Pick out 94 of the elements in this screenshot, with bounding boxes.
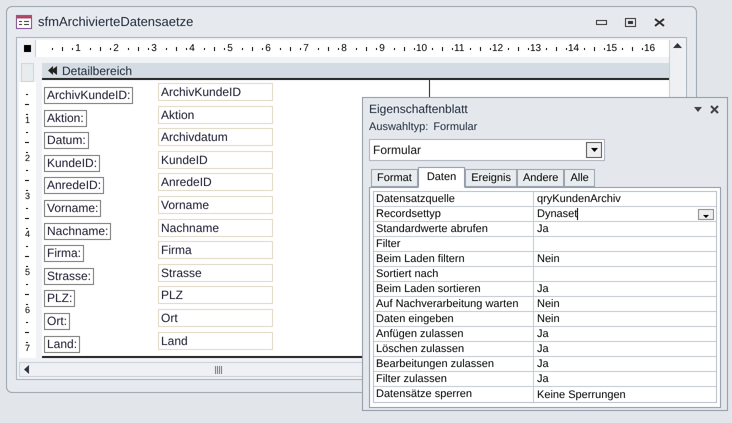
property-name: Beim Laden filtern bbox=[374, 252, 534, 266]
text-box-control[interactable]: Land bbox=[158, 332, 273, 350]
text-box-control[interactable]: Strasse bbox=[158, 264, 273, 282]
text-box-control[interactable]: Aktion bbox=[158, 106, 273, 124]
tab[interactable]: Ereignis bbox=[465, 169, 517, 187]
dropdown-arrow-icon bbox=[590, 148, 598, 152]
field-label[interactable]: Vorname: bbox=[44, 200, 102, 217]
property-value[interactable]: Ja bbox=[537, 342, 549, 356]
field-label[interactable]: Firma: bbox=[44, 245, 84, 262]
property-name: Filter zulassen bbox=[374, 372, 534, 386]
ruler-number: 2 bbox=[24, 154, 30, 162]
property-name: Recordsettyp bbox=[374, 207, 534, 221]
close-icon[interactable] bbox=[654, 18, 665, 26]
field-label[interactable]: Aktion: bbox=[44, 110, 87, 127]
window-title: sfmArchivierteDatensaetze bbox=[38, 13, 194, 32]
text-box-control[interactable]: Vorname bbox=[158, 196, 273, 214]
field-label[interactable]: Strasse: bbox=[44, 268, 94, 285]
selection-type-value: Formular bbox=[433, 120, 478, 135]
property-value[interactable]: Ja bbox=[537, 357, 549, 371]
property-value[interactable]: Ja bbox=[537, 282, 549, 296]
ruler-number: 7 bbox=[302, 44, 310, 54]
section-header[interactable]: Detailbereich bbox=[42, 63, 669, 80]
ruler-number: 4 bbox=[188, 44, 196, 54]
text-box-control[interactable]: ArchivKundeID bbox=[158, 83, 273, 101]
ruler-number: 1 bbox=[74, 44, 82, 54]
tab[interactable]: Andere bbox=[516, 169, 564, 187]
ruler-number: 3 bbox=[150, 44, 158, 54]
property-name: Bearbeitungen zulassen bbox=[374, 357, 534, 371]
ruler-number: 5 bbox=[24, 268, 30, 276]
property-value[interactable]: Keine Sperrungen bbox=[537, 388, 626, 402]
ruler-number: 7 bbox=[24, 344, 30, 352]
text-cursor bbox=[577, 208, 578, 220]
property-name: Beim Laden sortieren bbox=[374, 282, 534, 296]
property-value[interactable]: qryKundenArchiv bbox=[537, 192, 621, 206]
field-label[interactable]: Ort: bbox=[44, 312, 70, 330]
field-label[interactable]: Nachname: bbox=[44, 222, 112, 240]
collapse-icon bbox=[48, 66, 58, 75]
property-value[interactable]: Ja bbox=[537, 327, 549, 341]
property-value[interactable]: Nein bbox=[537, 312, 560, 326]
text-box-control[interactable]: Nachname bbox=[158, 218, 273, 237]
object-select[interactable]: Formular bbox=[369, 139, 605, 161]
text-box-control[interactable]: Firma bbox=[158, 241, 273, 260]
ruler-number: 8 bbox=[340, 44, 348, 54]
text-box-control[interactable]: Archivdatum bbox=[158, 128, 273, 146]
scroll-up-icon[interactable] bbox=[672, 43, 682, 48]
close-icon[interactable] bbox=[710, 104, 719, 114]
tab[interactable]: Alle bbox=[564, 169, 595, 187]
property-name: Datensätze sperren bbox=[374, 387, 534, 402]
dropdown-icon[interactable] bbox=[694, 106, 702, 112]
field-label[interactable]: AnredeID: bbox=[44, 177, 104, 194]
text-box-control[interactable]: AnredeID bbox=[158, 173, 273, 192]
field-label[interactable]: PLZ: bbox=[44, 290, 76, 308]
ruler-number: 6 bbox=[264, 44, 272, 54]
property-name: Sortiert nach bbox=[374, 267, 534, 281]
property-name: Datensatzquelle bbox=[374, 192, 534, 206]
ruler-number: 11 bbox=[454, 44, 462, 54]
text-box-control[interactable]: PLZ bbox=[158, 286, 273, 304]
restore-icon[interactable] bbox=[625, 18, 636, 26]
field-label[interactable]: Datum: bbox=[44, 132, 89, 150]
panel-title: Eigenschaftenblatt bbox=[369, 101, 468, 118]
text-box-control[interactable]: KundeID bbox=[158, 150, 273, 169]
field-label[interactable]: KundeID: bbox=[44, 154, 100, 172]
ruler-number: 2 bbox=[112, 44, 120, 54]
ruler-number: 5 bbox=[226, 44, 234, 54]
form-icon bbox=[16, 15, 32, 29]
property-name: Anfügen zulassen bbox=[374, 327, 534, 341]
tab[interactable]: Daten bbox=[418, 167, 466, 188]
property-value[interactable]: Nein bbox=[537, 252, 560, 266]
field-label[interactable]: ArchivKundeID: bbox=[44, 87, 134, 104]
ruler-number: 3 bbox=[24, 192, 30, 200]
property-value[interactable]: Ja bbox=[537, 222, 549, 236]
property-name: Standardwerte abrufen bbox=[374, 222, 534, 236]
ruler-number: 9 bbox=[378, 44, 386, 54]
ruler-number: 6 bbox=[24, 306, 30, 314]
minimize-icon[interactable] bbox=[596, 20, 607, 24]
property-value[interactable]: Nein bbox=[537, 297, 560, 311]
field-label[interactable]: Land: bbox=[44, 336, 80, 353]
property-name: Filter bbox=[374, 237, 534, 251]
text-box-control[interactable]: Ort bbox=[158, 308, 273, 327]
ruler-number: 12 bbox=[492, 44, 500, 54]
tab[interactable]: Format bbox=[371, 169, 418, 187]
select-form-icon[interactable] bbox=[24, 45, 30, 52]
property-value[interactable]: Ja bbox=[537, 372, 549, 386]
ruler-number: 1 bbox=[24, 116, 30, 124]
property-name: Auf Nachverarbeitung warten bbox=[374, 297, 534, 311]
property-name: Daten eingeben bbox=[374, 312, 534, 326]
ruler-number: 4 bbox=[24, 230, 30, 238]
scroll-left-icon[interactable] bbox=[24, 365, 29, 374]
property-name: Löschen zulassen bbox=[374, 342, 534, 356]
dropdown-arrow-icon bbox=[703, 214, 709, 218]
dropdown-button[interactable] bbox=[698, 208, 714, 220]
selection-type-label: Auswahltyp: bbox=[369, 120, 428, 135]
scroll-thumb-grip-icon bbox=[215, 366, 222, 374]
property-value[interactable]: Dynaset bbox=[537, 207, 578, 221]
